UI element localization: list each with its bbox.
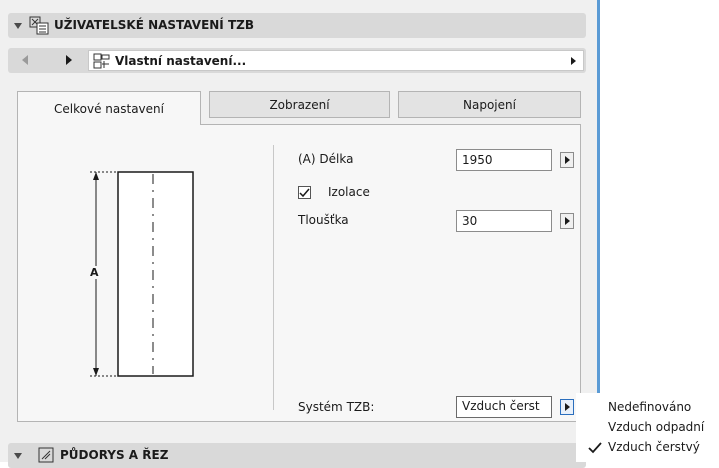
menu-item-undefined[interactable]: Nedefinováno xyxy=(608,400,691,414)
section-title: UŽIVATELSKÉ NASTAVENÍ TZB xyxy=(54,18,254,32)
collapse-arrow-icon[interactable] xyxy=(14,453,22,459)
back-arrow-icon xyxy=(22,55,28,65)
section-header-floorplan[interactable]: PŮDORYS A ŘEZ xyxy=(8,443,586,468)
thickness-input[interactable]: 30 xyxy=(456,210,552,232)
tab-display[interactable]: Zobrazení xyxy=(209,91,390,118)
tab-label: Celkové nastavení xyxy=(54,101,164,116)
tab-label: Napojení xyxy=(463,97,516,112)
system-label: Systém TZB: xyxy=(298,400,375,414)
menu-arrow-icon xyxy=(565,217,570,225)
tab-joint xyxy=(18,118,200,126)
menu-arrow-icon xyxy=(565,403,570,411)
checkmark-icon xyxy=(299,188,310,198)
preset-label: Vlastní nastavení... xyxy=(115,54,247,68)
checkmark-icon xyxy=(588,442,602,454)
menu-item-fresh-air[interactable]: Vzduch čerstvý xyxy=(608,440,700,454)
previous-preset-button[interactable] xyxy=(14,50,36,71)
system-select[interactable]: Vzduch čerst xyxy=(456,396,552,418)
collapse-arrow-icon[interactable] xyxy=(14,23,22,29)
thickness-menu-button[interactable] xyxy=(560,213,574,229)
menu-item-exhaust-air[interactable]: Vzduch odpadní xyxy=(608,420,704,434)
system-menu-button[interactable] xyxy=(560,399,574,415)
floorplan-icon xyxy=(38,447,54,463)
insulation-label: Izolace xyxy=(328,185,370,199)
next-preset-button[interactable] xyxy=(58,50,80,71)
content-separator xyxy=(273,145,274,410)
section-header-user-settings[interactable]: UŽIVATELSKÉ NASTAVENÍ TZB xyxy=(8,13,586,38)
system-dropdown-menu: Nedefinováno Vzduch odpadní Vzduch čerst… xyxy=(576,393,719,462)
thickness-label: Tloušťka xyxy=(298,213,349,227)
forward-arrow-icon xyxy=(66,55,72,65)
insulation-checkbox[interactable] xyxy=(298,186,311,199)
length-label: (A) Délka xyxy=(298,152,354,166)
length-menu-button[interactable] xyxy=(560,152,574,168)
section2-title: PŮDORYS A ŘEZ xyxy=(60,448,169,462)
tab-label: Zobrazení xyxy=(269,97,330,112)
length-input[interactable]: 1950 xyxy=(456,149,552,171)
preset-selector[interactable]: Vlastní nastavení... xyxy=(88,50,584,71)
tab-connection[interactable]: Napojení xyxy=(398,91,581,118)
preset-icon xyxy=(93,53,110,69)
menu-arrow-icon xyxy=(565,156,570,164)
settings-table-icon xyxy=(29,16,49,35)
menu-arrow-icon[interactable] xyxy=(571,57,576,65)
dimension-label: A xyxy=(90,266,99,279)
